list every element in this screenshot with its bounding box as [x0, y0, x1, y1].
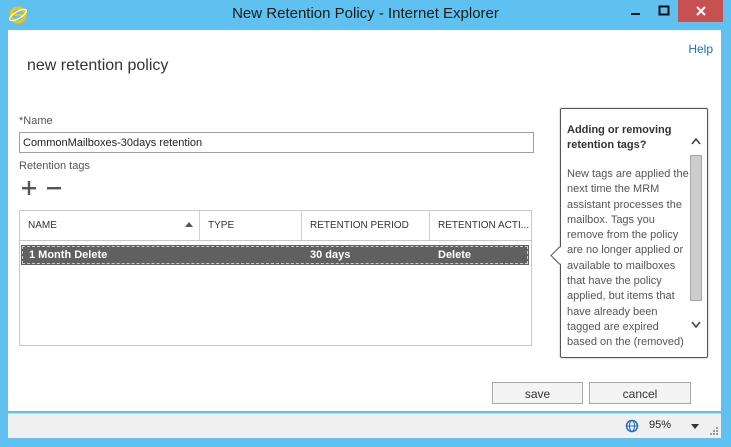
callout-scrollbar[interactable]: [689, 135, 703, 337]
chevron-down-icon[interactable]: [691, 424, 699, 429]
column-header-name[interactable]: NAME: [20, 211, 200, 240]
callout-pointer: [550, 246, 569, 265]
save-button[interactable]: save: [492, 382, 583, 404]
scroll-up-icon[interactable]: [691, 137, 701, 145]
close-icon: [695, 6, 706, 16]
callout-title: Adding or removing retention tags?: [567, 124, 672, 151]
add-icon[interactable]: [21, 180, 37, 196]
cell-name: 1 Month Delete: [29, 249, 108, 261]
cancel-button[interactable]: cancel: [589, 382, 691, 404]
title-bar[interactable]: New Retention Policy - Internet Explorer: [0, 0, 731, 30]
page-title: new retention policy: [27, 57, 169, 74]
info-callout: Adding or removing retention tags? New t…: [550, 108, 708, 358]
scroll-thumb[interactable]: [690, 155, 702, 301]
retention-tags-label: Retention tags: [19, 160, 90, 172]
column-header-retention-action[interactable]: RETENTION ACTI...: [430, 211, 531, 240]
cell-retention-action: Delete: [438, 249, 472, 261]
name-input[interactable]: [19, 132, 534, 153]
zoom-level[interactable]: 95%: [649, 419, 671, 431]
cell-retention-period: 30 days: [310, 249, 351, 261]
table-header: NAME TYPE RETENTION PERIOD RETENTION ACT…: [20, 211, 531, 241]
callout-body: New tags are applied the next time the M…: [567, 168, 689, 349]
remove-icon[interactable]: [46, 180, 62, 196]
status-bar: 95%: [8, 413, 721, 438]
resize-grip-icon[interactable]: [709, 426, 719, 436]
sort-ascending-icon: [185, 222, 193, 227]
name-label: *Name: [19, 115, 53, 127]
table-row[interactable]: 1 Month Delete 30 days Delete: [21, 245, 529, 265]
column-header-retention-period[interactable]: RETENTION PERIOD: [302, 211, 430, 240]
column-header-type[interactable]: TYPE: [200, 211, 302, 240]
retention-tags-table: NAME TYPE RETENTION PERIOD RETENTION ACT…: [19, 210, 532, 346]
minimize-icon: [631, 13, 640, 15]
close-button[interactable]: [678, 0, 723, 22]
dialog-content: Help new retention policy *Name Retentio…: [8, 30, 721, 411]
maximize-button[interactable]: [650, 0, 678, 22]
window-controls: [622, 0, 723, 22]
maximize-icon: [658, 5, 670, 16]
minimize-button[interactable]: [622, 0, 650, 22]
scroll-down-icon[interactable]: [691, 321, 701, 329]
help-link[interactable]: Help: [688, 42, 713, 56]
zoom-icon[interactable]: [625, 419, 639, 433]
